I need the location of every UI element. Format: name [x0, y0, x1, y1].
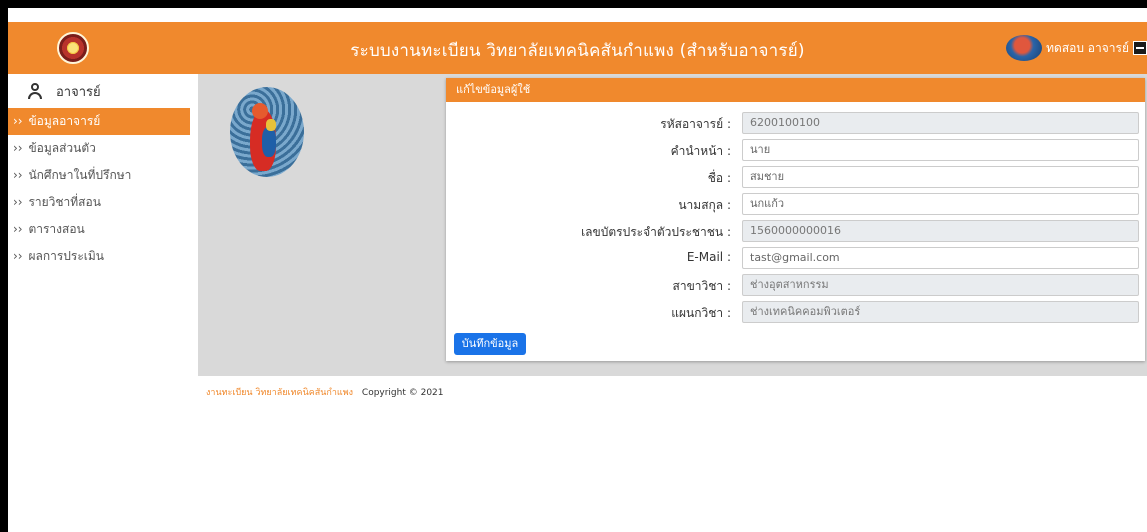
sidebar-item-label: รายวิชาที่สอน — [28, 195, 101, 209]
sidebar-item-schedule[interactable]: ›› ตารางสอน — [8, 216, 198, 243]
app-title: ระบบงานทะเบียน วิทยาลัยเทคนิคสันกำแพง (ส… — [350, 41, 805, 61]
logout-icon[interactable] — [1133, 41, 1147, 55]
user-name[interactable]: ทดสอบ อาจารย์ — [1046, 39, 1129, 58]
first-name-field[interactable]: สมชาย — [742, 166, 1139, 188]
footer: งานทะเบียน วิทยาลัยเทคนิคสันกำแพง Copyri… — [206, 385, 444, 399]
field-label: E-Mail : — [686, 250, 731, 264]
sidebar-item-label: นักศึกษาในที่ปรึกษา — [28, 168, 132, 182]
field-label: เลขบัตรประจำตัวประชาชน : — [581, 225, 731, 239]
sidebar-item-label: ผลการประเมิน — [28, 249, 104, 263]
footer-copyright: Copyright © 2021 — [361, 388, 444, 398]
save-button[interactable]: บันทึกข้อมูล — [454, 333, 526, 355]
field-national-id: เลขบัตรประจำตัวประชาชน : 1560000000016 — [446, 220, 1145, 242]
user-menu[interactable]: ทดสอบ อาจารย์ — [1006, 35, 1147, 61]
field-label: แผนกวิชา : — [671, 306, 731, 320]
sidebar-item-label: ข้อมูลอาจารย์ — [28, 114, 101, 128]
sidebar: อาจารย์ ›› ข้อมูลอาจารย์ ›› ข้อมูลส่วนตั… — [8, 74, 198, 374]
sidebar-item-advisees[interactable]: ›› นักศึกษาในที่ปรึกษา — [8, 162, 198, 189]
field-label: รหัสอาจารย์ : — [660, 117, 731, 131]
last-name-field[interactable]: นกแก้ว — [742, 193, 1139, 215]
major-field: ช่างอุตสาหกรรม — [742, 274, 1139, 296]
field-last-name: นามสกุล : นกแก้ว — [446, 193, 1145, 215]
sidebar-item-evaluation[interactable]: ›› ผลการประเมิน — [8, 243, 198, 270]
edit-user-card: แก้ไขข้อมูลผู้ใช้ รหัสอาจารย์ : 62001001… — [446, 78, 1145, 361]
profile-photo — [230, 87, 304, 177]
sidebar-heading: อาจารย์ — [8, 74, 198, 108]
field-first-name: ชื่อ : สมชาย — [446, 166, 1145, 188]
field-label: สาขาวิชา : — [672, 279, 731, 293]
sidebar-item-teacher-info[interactable]: ›› ข้อมูลอาจารย์ — [8, 108, 190, 135]
field-email: E-Mail : tast@gmail.com — [446, 247, 1145, 269]
sidebar-item-personal-info[interactable]: ›› ข้อมูลส่วนตัว — [8, 135, 198, 162]
person-icon — [28, 83, 42, 99]
card-title: แก้ไขข้อมูลผู้ใช้ — [446, 78, 1145, 102]
department-field: ช่างเทคนิคคอมพิวเตอร์ — [742, 301, 1139, 323]
teacher-id-field: 6200100100 — [742, 112, 1139, 134]
field-prefix: คำนำหน้า : นาย — [446, 139, 1145, 161]
sidebar-item-label: ข้อมูลส่วนตัว — [28, 141, 96, 155]
user-avatar[interactable] — [1006, 35, 1043, 61]
sidebar-item-label: ตารางสอน — [28, 222, 85, 236]
field-label: คำนำหน้า : — [670, 144, 731, 158]
field-teacher-id: รหัสอาจารย์ : 6200100100 — [446, 112, 1145, 134]
field-label: ชื่อ : — [707, 171, 731, 185]
national-id-field: 1560000000016 — [742, 220, 1139, 242]
sidebar-heading-label: อาจารย์ — [56, 84, 101, 100]
sidebar-item-courses[interactable]: ›› รายวิชาที่สอน — [8, 189, 198, 216]
footer-org[interactable]: งานทะเบียน วิทยาลัยเทคนิคสันกำแพง — [206, 388, 353, 398]
email-field[interactable]: tast@gmail.com — [742, 247, 1139, 269]
prefix-field[interactable]: นาย — [742, 139, 1139, 161]
field-department: แผนกวิชา : ช่างเทคนิคคอมพิวเตอร์ — [446, 301, 1145, 323]
top-navbar: ระบบงานทะเบียน วิทยาลัยเทคนิคสันกำแพง (ส… — [8, 22, 1147, 74]
field-major: สาขาวิชา : ช่างอุตสาหกรรม — [446, 274, 1145, 296]
page-frame: ระบบงานทะเบียน วิทยาลัยเทคนิคสันกำแพง (ส… — [8, 8, 1147, 532]
field-label: นามสกุล : — [678, 198, 731, 212]
